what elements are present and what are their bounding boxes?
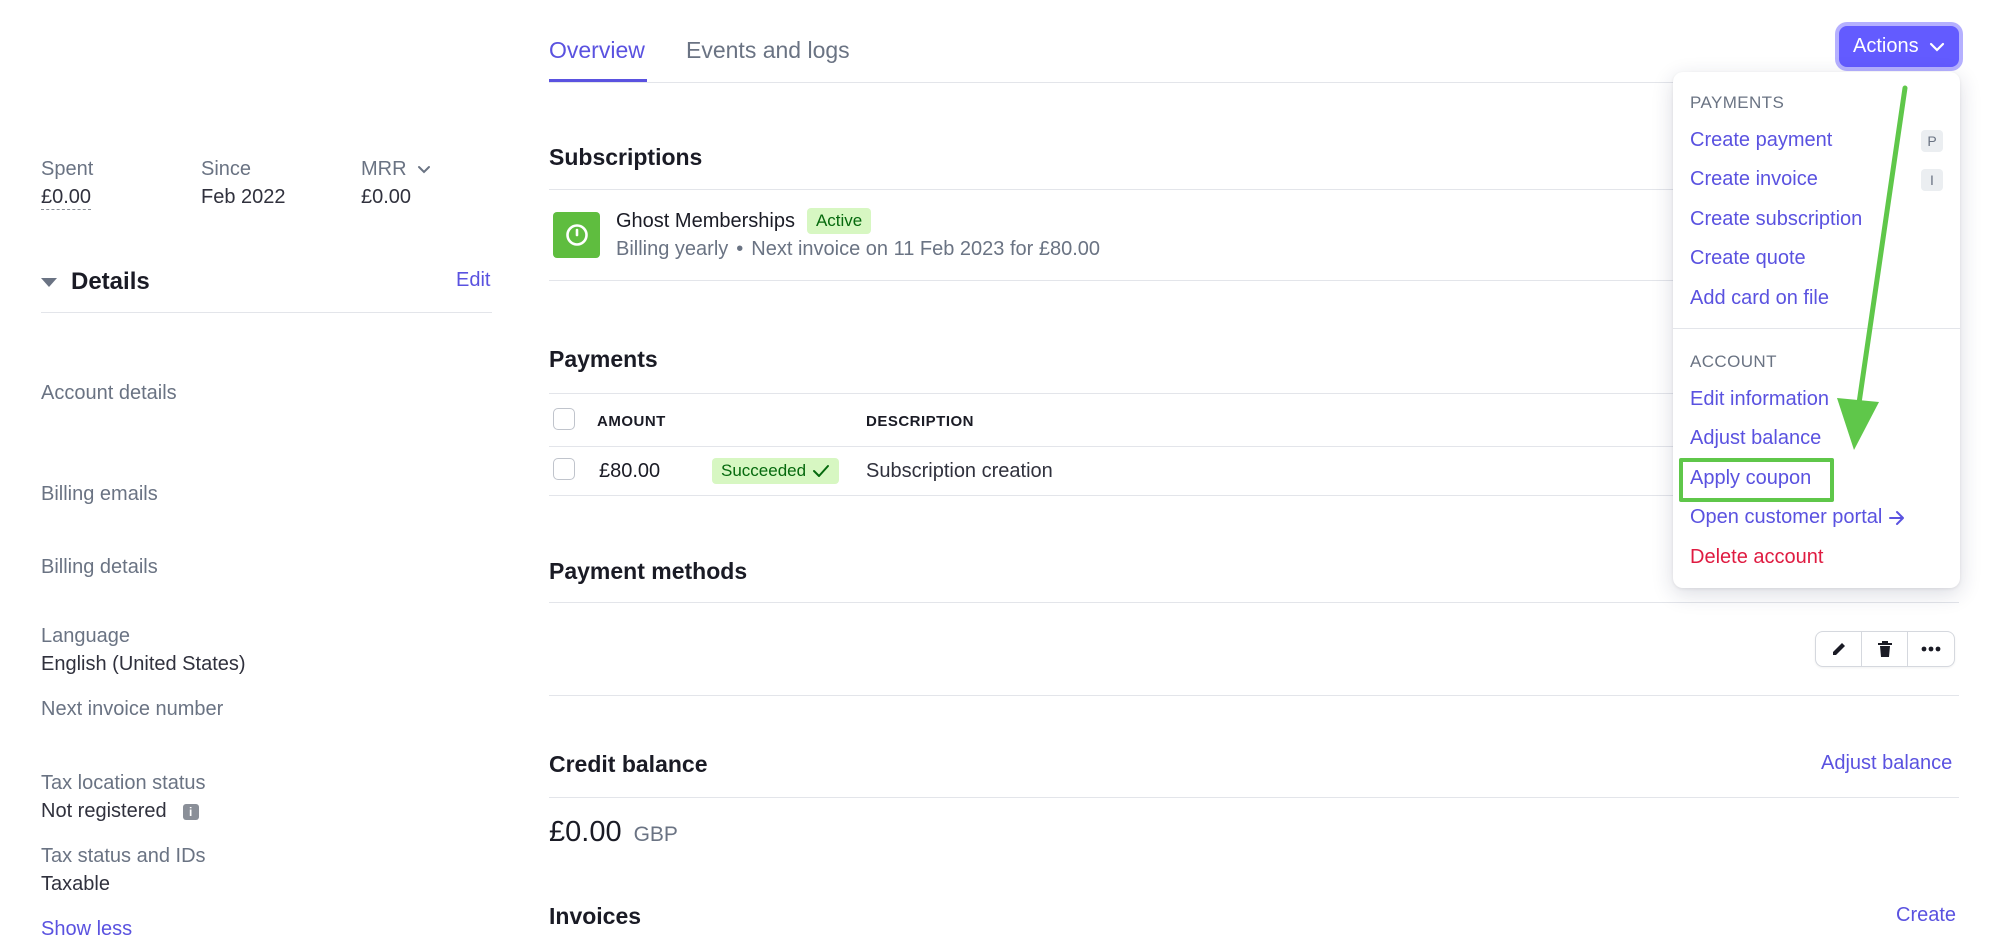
shortcut-badge: P	[1921, 130, 1943, 152]
ghost-icon	[565, 224, 588, 246]
payment-amount[interactable]: £80.00	[599, 460, 660, 483]
tax-location-label: Tax location status	[41, 772, 206, 794]
next-invoice-number-label: Next invoice number	[41, 698, 224, 720]
tab-events-and-logs[interactable]: Events and logs	[686, 37, 850, 64]
payment-status-badge: Succeeded	[712, 458, 840, 484]
billing-details-label: Billing details	[41, 556, 158, 578]
next-invoice-text: Next invoice on 11 Feb 2023 for £80.00	[751, 238, 1101, 260]
credit-amount: £0.00	[549, 816, 622, 848]
since-label: Since	[201, 158, 252, 180]
bullet-separator: •	[736, 238, 744, 260]
menu-item-open-customer-portal[interactable]: Open customer portal	[1690, 506, 1906, 529]
menu-item-create-quote[interactable]: Create quote	[1690, 247, 1806, 270]
credit-balance-divider	[549, 797, 1959, 798]
adjust-balance-link[interactable]: Adjust balance	[1821, 752, 1952, 775]
menu-item-add-card[interactable]: Add card on file	[1690, 287, 1829, 310]
payment-description[interactable]: Subscription creation	[866, 460, 1053, 483]
spent-label: Spent	[41, 158, 94, 180]
menu-heading-payments: PAYMENTS	[1690, 93, 1785, 112]
select-all-checkbox[interactable]	[553, 408, 575, 430]
chevron-down-icon	[417, 165, 430, 173]
tax-location-row: Not registered i	[41, 800, 199, 823]
menu-heading-account: ACCOUNT	[1690, 352, 1777, 371]
edit-button[interactable]	[1816, 632, 1862, 666]
details-divider	[41, 312, 492, 313]
account-details-label: Account details	[41, 382, 177, 404]
trash-icon	[1877, 641, 1892, 657]
credit-currency: GBP	[633, 823, 678, 846]
shortcut-badge: I	[1921, 169, 1943, 191]
highlight-box	[1679, 458, 1834, 502]
language-label: Language	[41, 625, 130, 647]
since-value: Feb 2022	[201, 186, 286, 208]
payment-methods-title: Payment methods	[549, 558, 748, 584]
ghost-logo	[553, 212, 600, 258]
show-less-link[interactable]: Show less	[41, 918, 132, 941]
menu-item-create-payment[interactable]: Create payment	[1690, 129, 1832, 152]
menu-item-edit-information[interactable]: Edit information	[1690, 388, 1829, 411]
more-horizontal-icon	[1921, 646, 1941, 652]
credit-balance-title: Credit balance	[549, 751, 708, 777]
pencil-icon	[1832, 643, 1845, 655]
language-value: English (United States)	[41, 653, 246, 675]
menu-item-create-invoice[interactable]: Create invoice	[1690, 168, 1818, 191]
status-badge: Active	[806, 208, 872, 234]
payments-title: Payments	[549, 346, 658, 372]
spent-value: £0.00	[41, 186, 92, 210]
chevron-down-icon	[1929, 42, 1944, 52]
payment-status-label: Succeeded	[721, 461, 807, 480]
description-column-header[interactable]: DESCRIPTION	[866, 413, 974, 430]
checkmark-icon	[813, 465, 830, 477]
subscription-meta: Billing yearly • Next invoice on 11 Feb …	[616, 238, 1100, 261]
tax-location-value: Not registered	[41, 800, 167, 822]
create-invoice-link[interactable]: Create	[1896, 904, 1956, 927]
mrr-label: MRR	[361, 158, 407, 180]
details-title: Details	[71, 268, 150, 295]
row-checkbox[interactable]	[553, 458, 575, 480]
tab-overview[interactable]: Overview	[549, 37, 645, 64]
actions-button[interactable]: Actions	[1839, 26, 1959, 67]
annotation-arrow-icon	[1837, 85, 1908, 450]
payment-method-actions	[1815, 631, 1955, 667]
mrr-dropdown[interactable]: MRR	[361, 158, 431, 181]
subscription-name[interactable]: Ghost Memberships	[616, 210, 795, 233]
invoices-title: Invoices	[549, 903, 642, 929]
info-icon[interactable]: i	[182, 803, 199, 820]
payment-methods-divider	[549, 602, 1959, 603]
billing-emails-label: Billing emails	[41, 483, 158, 505]
more-button[interactable]	[1908, 632, 1954, 666]
details-toggle[interactable]: Details	[41, 268, 150, 296]
details-edit-link[interactable]: Edit	[456, 269, 490, 292]
credit-balance-value: £0.00 GBP	[549, 816, 678, 849]
menu-item-adjust-balance[interactable]: Adjust balance	[1690, 427, 1821, 450]
billing-frequency: Billing yearly	[616, 238, 729, 260]
caret-down-icon	[41, 277, 57, 287]
arrow-right-icon	[1889, 510, 1905, 525]
menu-item-delete-account[interactable]: Delete account	[1690, 546, 1823, 569]
amount-column-header[interactable]: AMOUNT	[597, 413, 666, 430]
actions-label: Actions	[1853, 35, 1919, 57]
subscriptions-title: Subscriptions	[549, 144, 703, 170]
tax-status-value: Taxable	[41, 873, 110, 895]
delete-button[interactable]	[1862, 632, 1908, 666]
payment-methods-bottom-divider	[549, 695, 1959, 696]
tax-status-label: Tax status and IDs	[41, 845, 206, 867]
subscription-header[interactable]: Ghost Memberships Active	[616, 208, 872, 234]
mrr-value: £0.00	[361, 186, 412, 208]
open-portal-label: Open customer portal	[1690, 506, 1883, 528]
